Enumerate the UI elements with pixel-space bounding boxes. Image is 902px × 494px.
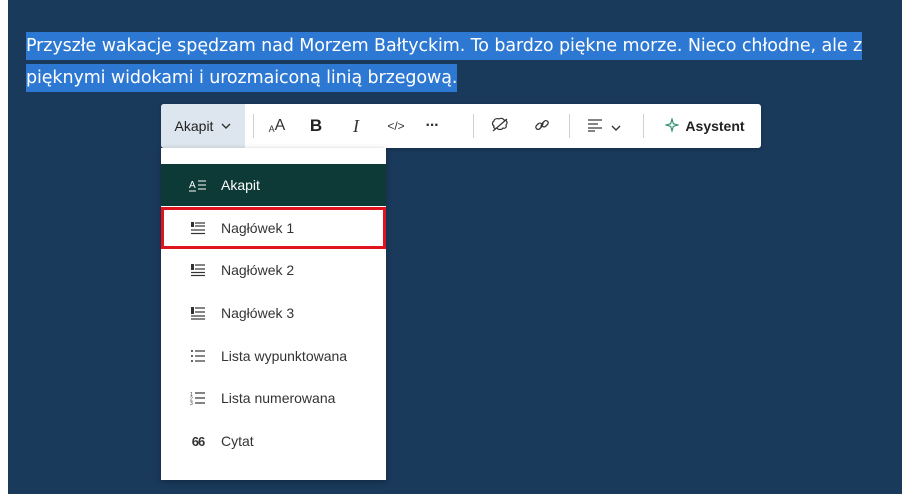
svg-text:A: A xyxy=(189,180,196,191)
assistant-button[interactable]: Asystent xyxy=(655,104,755,148)
paragraph-icon: A xyxy=(188,178,208,192)
menu-item-bulleted-list[interactable]: Lista wypunktowana xyxy=(161,335,386,377)
menu-item-quote[interactable]: 66 Cytat xyxy=(161,420,386,462)
font-size-button[interactable]: AA xyxy=(261,104,293,148)
menu-item-label: Nagłówek 1 xyxy=(221,220,295,236)
numbered-list-icon: 1 2 3 xyxy=(188,391,208,405)
paragraph-line-2[interactable]: pięknymi widokami i urozmaiconą linią br… xyxy=(26,64,457,92)
menu-item-label: Lista wypunktowana xyxy=(221,348,348,364)
toolbar-divider xyxy=(473,114,474,138)
menu-item-heading-3[interactable]: Nagłówek 3 xyxy=(161,292,386,334)
code-button[interactable]: </> xyxy=(381,104,411,148)
heading-1-icon xyxy=(188,221,208,235)
menu-item-numbered-list[interactable]: 1 2 3 Lista numerowana xyxy=(161,377,386,419)
heading-2-icon xyxy=(188,263,208,277)
more-button[interactable]: ··· xyxy=(417,104,447,148)
menu-item-paragraph[interactable]: A Akapit xyxy=(161,164,386,206)
chevron-down-icon xyxy=(611,118,621,134)
ai-rewrite-button[interactable] xyxy=(485,104,515,148)
selected-paragraph[interactable]: Przyszłe wakacje spędzam nad Morzem Bałt… xyxy=(26,30,900,94)
bold-button[interactable]: B xyxy=(301,104,331,148)
link-button[interactable] xyxy=(527,104,557,148)
italic-icon: I xyxy=(353,115,359,136)
text-style-label: Akapit xyxy=(174,118,214,134)
chevron-down-icon xyxy=(221,120,231,132)
text-style-menu: A Akapit Nagłówek 1 Nagłówek 2 Nagłówek … xyxy=(161,148,386,480)
italic-button[interactable]: I xyxy=(341,104,371,148)
brain-icon xyxy=(491,117,509,136)
menu-item-label: Lista numerowana xyxy=(221,390,336,406)
sparkle-icon xyxy=(664,116,681,135)
bulleted-list-icon xyxy=(188,349,208,363)
paragraph-line-1[interactable]: Przyszłe wakacje spędzam nad Morzem Bałt… xyxy=(26,32,862,60)
menu-item-label: Nagłówek 2 xyxy=(221,262,295,278)
align-dropdown[interactable] xyxy=(579,104,629,148)
toolbar-divider xyxy=(253,114,254,138)
code-icon: </> xyxy=(387,119,405,133)
menu-item-label: Cytat xyxy=(221,433,254,449)
menu-item-label: Akapit xyxy=(221,177,260,193)
text-style-dropdown[interactable]: Akapit xyxy=(161,104,245,148)
editor-canvas[interactable]: Przyszłe wakacje spędzam nad Morzem Bałt… xyxy=(8,0,902,494)
toolbar-divider xyxy=(643,114,644,138)
toolbar-divider xyxy=(569,114,570,138)
menu-item-heading-1[interactable]: Nagłówek 1 xyxy=(161,207,386,249)
align-left-icon xyxy=(587,118,603,135)
svg-text:3: 3 xyxy=(190,401,193,405)
formatting-toolbar: Akapit AA B I </> ··· Asystent xyxy=(161,104,761,148)
menu-item-heading-2[interactable]: Nagłówek 2 xyxy=(161,249,386,291)
quote-icon: 66 xyxy=(191,433,205,449)
heading-3-icon xyxy=(188,306,208,320)
bold-icon: B xyxy=(309,116,323,135)
menu-item-label: Nagłówek 3 xyxy=(221,305,295,321)
assistant-label: Asystent xyxy=(685,118,745,134)
link-icon xyxy=(534,117,550,136)
more-icon: ··· xyxy=(425,117,440,134)
